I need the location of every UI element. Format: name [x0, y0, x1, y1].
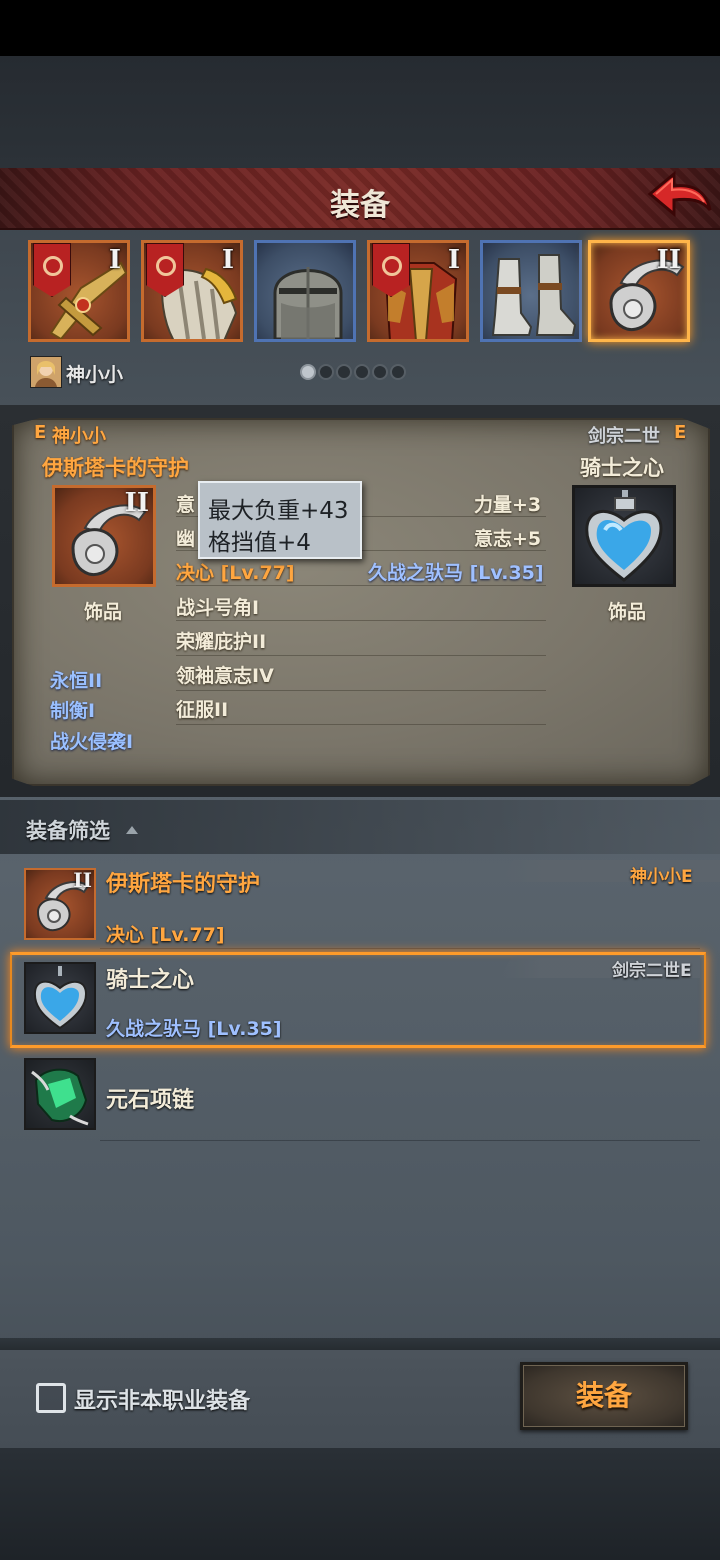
tooltip-line: 格挡值+4: [208, 530, 311, 556]
tooltip-line: 最大负重+43: [208, 498, 349, 524]
list-item-icon: II: [24, 868, 96, 940]
equip-button[interactable]: 装备: [520, 1362, 688, 1430]
list-item-skill: 久战之驮马 [Lv.35]: [106, 1018, 282, 1040]
slot-boots[interactable]: [480, 240, 582, 342]
page-dot[interactable]: [372, 364, 388, 380]
top-backdrop: [0, 56, 720, 168]
green-crystal-icon: [31, 1068, 89, 1126]
divider: [176, 690, 546, 691]
divider: [176, 585, 546, 586]
left-grade: E: [34, 422, 47, 443]
list-item-icon: [24, 1058, 96, 1130]
right-owner: 剑宗二世: [588, 426, 660, 447]
left-skill: 荣耀庇护II: [176, 631, 267, 653]
list-item-name: 伊斯塔卡的守护: [106, 872, 261, 897]
right-grade: E: [674, 422, 687, 443]
page-dot[interactable]: [318, 364, 334, 380]
owner-name: 神小小: [66, 364, 124, 386]
left-stat-label: 意: [176, 494, 196, 516]
divider: [176, 655, 546, 656]
filter-toggle[interactable]: 装备筛选: [26, 815, 110, 845]
left-skill: 战斗号角I: [176, 597, 260, 619]
tier-label: II: [73, 868, 92, 892]
heart-pendant-icon: [585, 490, 663, 582]
left-trait: 战火侵袭I: [50, 731, 134, 753]
left-skill-main: 决心 [Lv.77]: [176, 562, 295, 584]
tier-label: I: [447, 245, 460, 275]
list-item-skill: 决心 [Lv.77]: [106, 924, 225, 946]
list-item-name: 元石项链: [106, 1088, 195, 1113]
hero-portrait-icon: [31, 357, 61, 387]
helmet-icon: [273, 267, 343, 339]
left-owner: 神小小: [52, 426, 106, 447]
stat-tooltip: 最大负重+43 格挡值+4: [198, 481, 362, 559]
bottom-backdrop: [0, 1448, 720, 1560]
page-dot-active[interactable]: [300, 364, 316, 380]
caret-up-icon[interactable]: [126, 826, 138, 834]
heart-pendant-icon: [33, 966, 88, 1030]
left-stat-label: 幽: [176, 528, 196, 550]
slot-helmet[interactable]: [254, 240, 356, 342]
divider: [100, 948, 700, 949]
list-item-name: 骑士之心: [106, 968, 195, 993]
slot-weapon[interactable]: I: [28, 240, 130, 342]
checkbox-label[interactable]: 显示非本职业装备: [74, 1383, 250, 1415]
left-item-name: 伊斯塔卡的守护: [42, 456, 189, 480]
slot-accessory-selected[interactable]: II: [588, 240, 690, 342]
list-item-owner: 剑宗二世E: [612, 961, 692, 981]
avatar: [30, 356, 62, 388]
back-arrow-icon: [647, 170, 712, 218]
boots-icon: [491, 254, 577, 336]
left-item-type: 饰品: [84, 601, 123, 623]
tier-label: I: [108, 245, 121, 275]
right-item-name: 骑士之心: [580, 456, 664, 480]
slot-armor[interactable]: I: [367, 240, 469, 342]
list-item-icon: [24, 962, 96, 1034]
show-other-class-checkbox[interactable]: [36, 1383, 66, 1413]
divider: [176, 724, 546, 725]
page-dot[interactable]: [354, 364, 370, 380]
page-title: 装备: [330, 188, 390, 223]
right-stat-will: 意志+5: [474, 528, 542, 550]
page-dot[interactable]: [390, 364, 406, 380]
divider: [176, 620, 546, 621]
left-trait: 制衡I: [50, 700, 96, 722]
right-item-type: 饰品: [608, 601, 647, 623]
tier-label: I: [221, 245, 234, 275]
right-skill-main: 久战之驮马 [Lv.35]: [368, 562, 544, 584]
footer-divider: [0, 1338, 720, 1350]
tier-label: II: [656, 245, 681, 275]
page-indicator[interactable]: [300, 364, 406, 380]
right-item-icon: [572, 485, 676, 587]
list-item-owner: 神小小E: [630, 867, 693, 887]
page-dot[interactable]: [336, 364, 352, 380]
divider: [100, 1140, 700, 1141]
left-trait: 永恒II: [50, 670, 103, 692]
back-button[interactable]: [646, 170, 714, 222]
left-skill: 征服II: [176, 699, 229, 721]
tier-label: II: [124, 488, 149, 518]
left-skill: 领袖意志IV: [176, 665, 274, 687]
right-stat-strength: 力量+3: [474, 494, 542, 516]
status-bar-area: [0, 0, 720, 56]
left-item-icon: II: [52, 485, 156, 587]
slot-shoulder[interactable]: I: [141, 240, 243, 342]
